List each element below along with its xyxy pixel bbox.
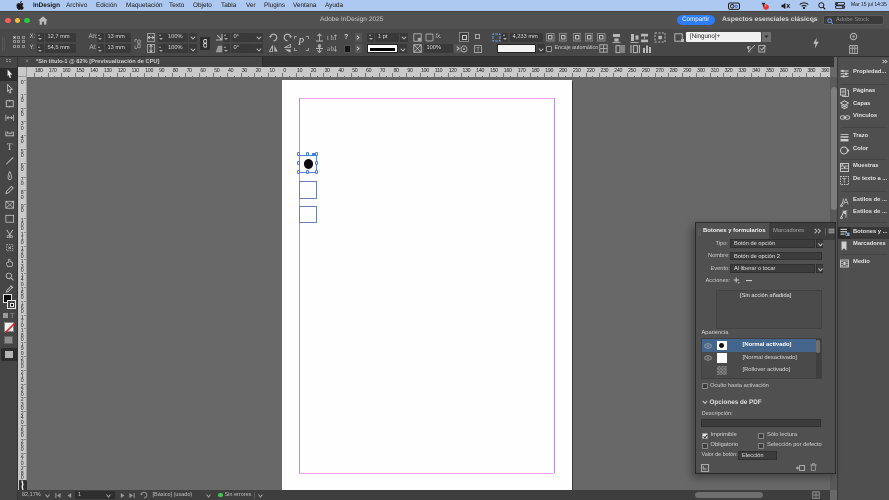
svg-text:T: T: [842, 178, 847, 185]
svg-text:T: T: [476, 46, 480, 53]
svg-text:¶: ¶: [747, 45, 751, 54]
svg-text:T: T: [6, 143, 12, 151]
svg-text:A: A: [843, 197, 849, 206]
svg-text:b: b: [331, 45, 335, 53]
svg-text:t: t: [327, 34, 329, 42]
svg-text:h: h: [331, 34, 335, 42]
svg-text:¶: ¶: [844, 209, 848, 219]
